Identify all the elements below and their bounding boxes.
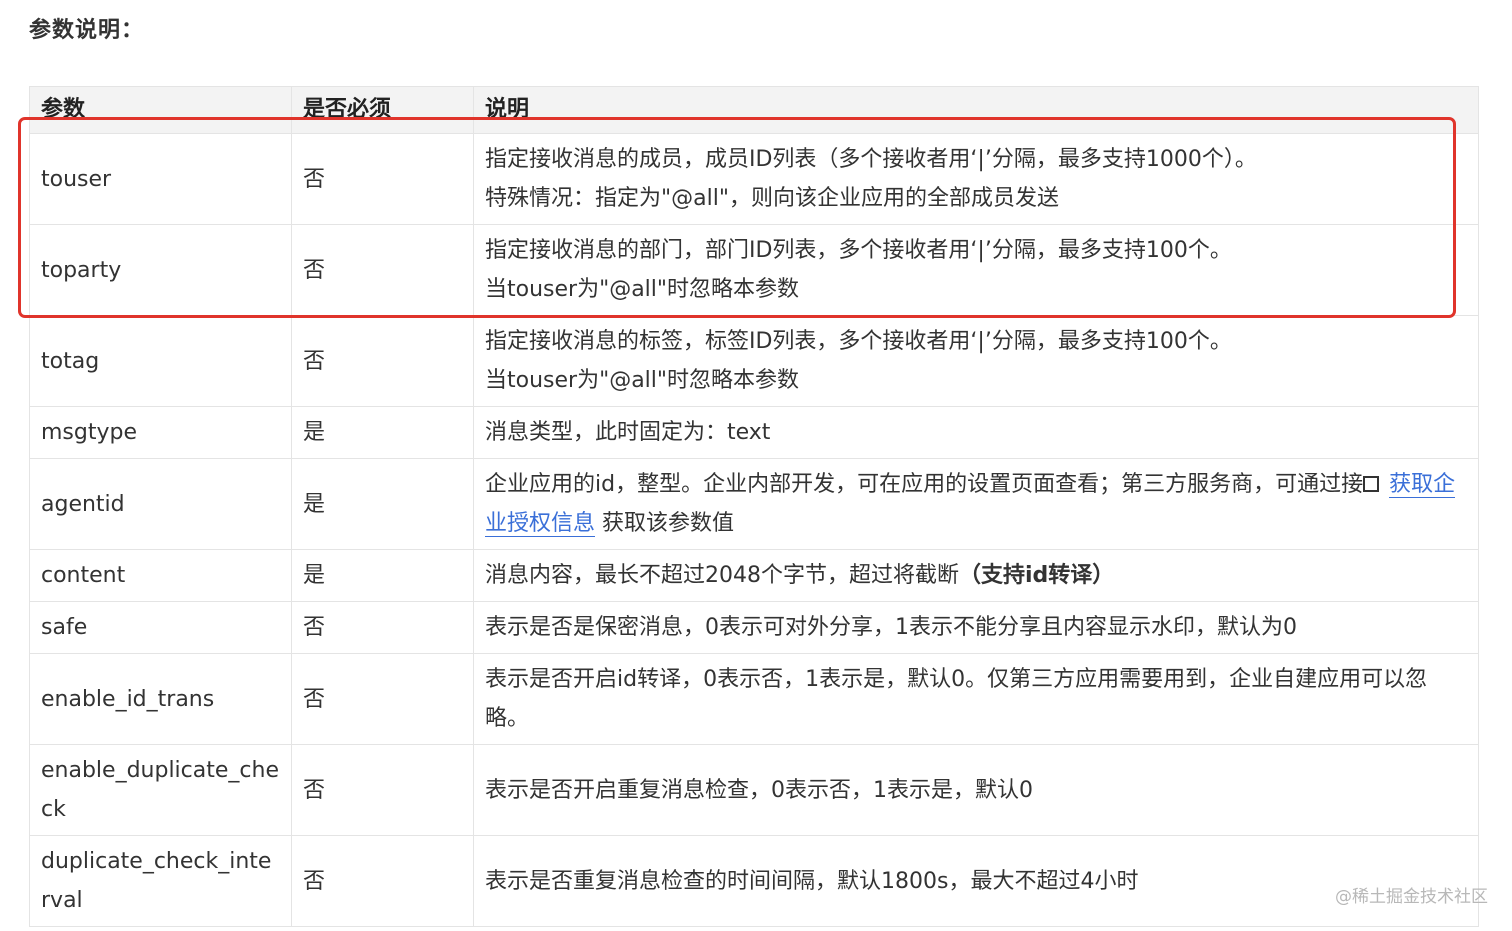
table-row: content 是 消息内容，最长不超过2048个字节，超过将截断（支持id转译…	[29, 549, 1479, 602]
param-description: 表示是否重复消息检查的时间间隔，默认1800s，最大不超过4小时	[473, 835, 1479, 927]
description-line: 特殊情况：指定为"@all"，则向该企业应用的全部成员发送	[485, 186, 1059, 211]
param-name: enable_id_trans	[29, 653, 292, 745]
param-name: totag	[29, 315, 292, 407]
param-name: safe	[29, 601, 292, 654]
watermark: @稀土掘金技术社区	[1335, 887, 1488, 907]
required-value: 否	[291, 601, 474, 654]
required-value: 否	[291, 653, 474, 745]
header-required: 是否必须	[291, 86, 474, 134]
external-link-icon	[1363, 476, 1380, 492]
table-row: duplicate_check_interval 否 表示是否重复消息检查的时间…	[29, 835, 1479, 927]
description-text: 获取该参数值	[602, 511, 735, 536]
header-param: 参数	[29, 86, 292, 134]
description-line: 指定接收消息的成员，成员ID列表（多个接收者用‘|’分隔，最多支持1000个）。	[485, 147, 1257, 172]
param-description: 消息内容，最长不超过2048个字节，超过将截断（支持id转译）	[473, 549, 1479, 602]
description-text: 消息内容，最长不超过2048个字节，超过将截断	[485, 563, 959, 588]
param-description: 表示是否开启id转译，0表示否，1表示是，默认0。仅第三方应用需要用到，企业自建…	[473, 653, 1479, 745]
param-name: touser	[29, 133, 292, 225]
table-row: enable_duplicate_check 否 表示是否开启重复消息检查，0表…	[29, 744, 1479, 836]
description-line: 当touser为"@all"时忽略本参数	[485, 277, 800, 302]
param-name: agentid	[29, 458, 292, 550]
table-row: safe 否 表示是否是保密消息，0表示可对外分享，1表示不能分享且内容显示水印…	[29, 601, 1479, 654]
description-line: 指定接收消息的部门，部门ID列表，多个接收者用‘|’分隔，最多支持100个。	[485, 238, 1232, 263]
header-description: 说明	[473, 86, 1479, 134]
table-row: agentid 是 企业应用的id，整型。企业内部开发，可在应用的设置页面查看；…	[29, 458, 1479, 550]
param-name: enable_duplicate_check	[29, 744, 292, 836]
param-description: 企业应用的id，整型。企业内部开发，可在应用的设置页面查看；第三方服务商，可通过…	[473, 458, 1479, 550]
param-name: msgtype	[29, 406, 292, 459]
param-description: 消息类型，此时固定为：text	[473, 406, 1479, 459]
param-description: 指定接收消息的标签，标签ID列表，多个接收者用‘|’分隔，最多支持100个。 当…	[473, 315, 1479, 407]
required-value: 是	[291, 458, 474, 550]
section-title: 参数说明：	[29, 18, 145, 43]
required-value: 否	[291, 224, 474, 316]
param-description: 指定接收消息的成员，成员ID列表（多个接收者用‘|’分隔，最多支持1000个）。…	[473, 133, 1479, 225]
required-value: 否	[291, 835, 474, 927]
required-value: 是	[291, 549, 474, 602]
required-value: 否	[291, 133, 474, 225]
table-row: enable_id_trans 否 表示是否开启id转译，0表示否，1表示是，默…	[29, 653, 1479, 745]
table-row: toparty 否 指定接收消息的部门，部门ID列表，多个接收者用‘|’分隔，最…	[29, 224, 1479, 316]
table-row: msgtype 是 消息类型，此时固定为：text	[29, 406, 1479, 459]
table-row: totag 否 指定接收消息的标签，标签ID列表，多个接收者用‘|’分隔，最多支…	[29, 315, 1479, 407]
param-description: 表示是否是保密消息，0表示可对外分享，1表示不能分享且内容显示水印，默认为0	[473, 601, 1479, 654]
param-description: 表示是否开启重复消息检查，0表示否，1表示是，默认0	[473, 744, 1479, 836]
table-header-row: 参数 是否必须 说明	[29, 86, 1479, 134]
param-name: toparty	[29, 224, 292, 316]
param-name: duplicate_check_interval	[29, 835, 292, 927]
parameters-table: 参数 是否必须 说明 touser 否 指定接收消息的成员，成员ID列表（多个接…	[29, 86, 1479, 927]
param-name: content	[29, 549, 292, 602]
param-description: 指定接收消息的部门，部门ID列表，多个接收者用‘|’分隔，最多支持100个。 当…	[473, 224, 1479, 316]
required-value: 否	[291, 315, 474, 407]
required-value: 是	[291, 406, 474, 459]
description-text: 企业应用的id，整型。企业内部开发，可在应用的设置页面查看；第三方服务商，可通过…	[485, 472, 1364, 497]
description-bold-note: （支持id转译）	[959, 563, 1115, 588]
table-row: touser 否 指定接收消息的成员，成员ID列表（多个接收者用‘|’分隔，最多…	[29, 133, 1479, 225]
description-line: 指定接收消息的标签，标签ID列表，多个接收者用‘|’分隔，最多支持100个。	[485, 329, 1232, 354]
required-value: 否	[291, 744, 474, 836]
description-line: 当touser为"@all"时忽略本参数	[485, 368, 800, 393]
